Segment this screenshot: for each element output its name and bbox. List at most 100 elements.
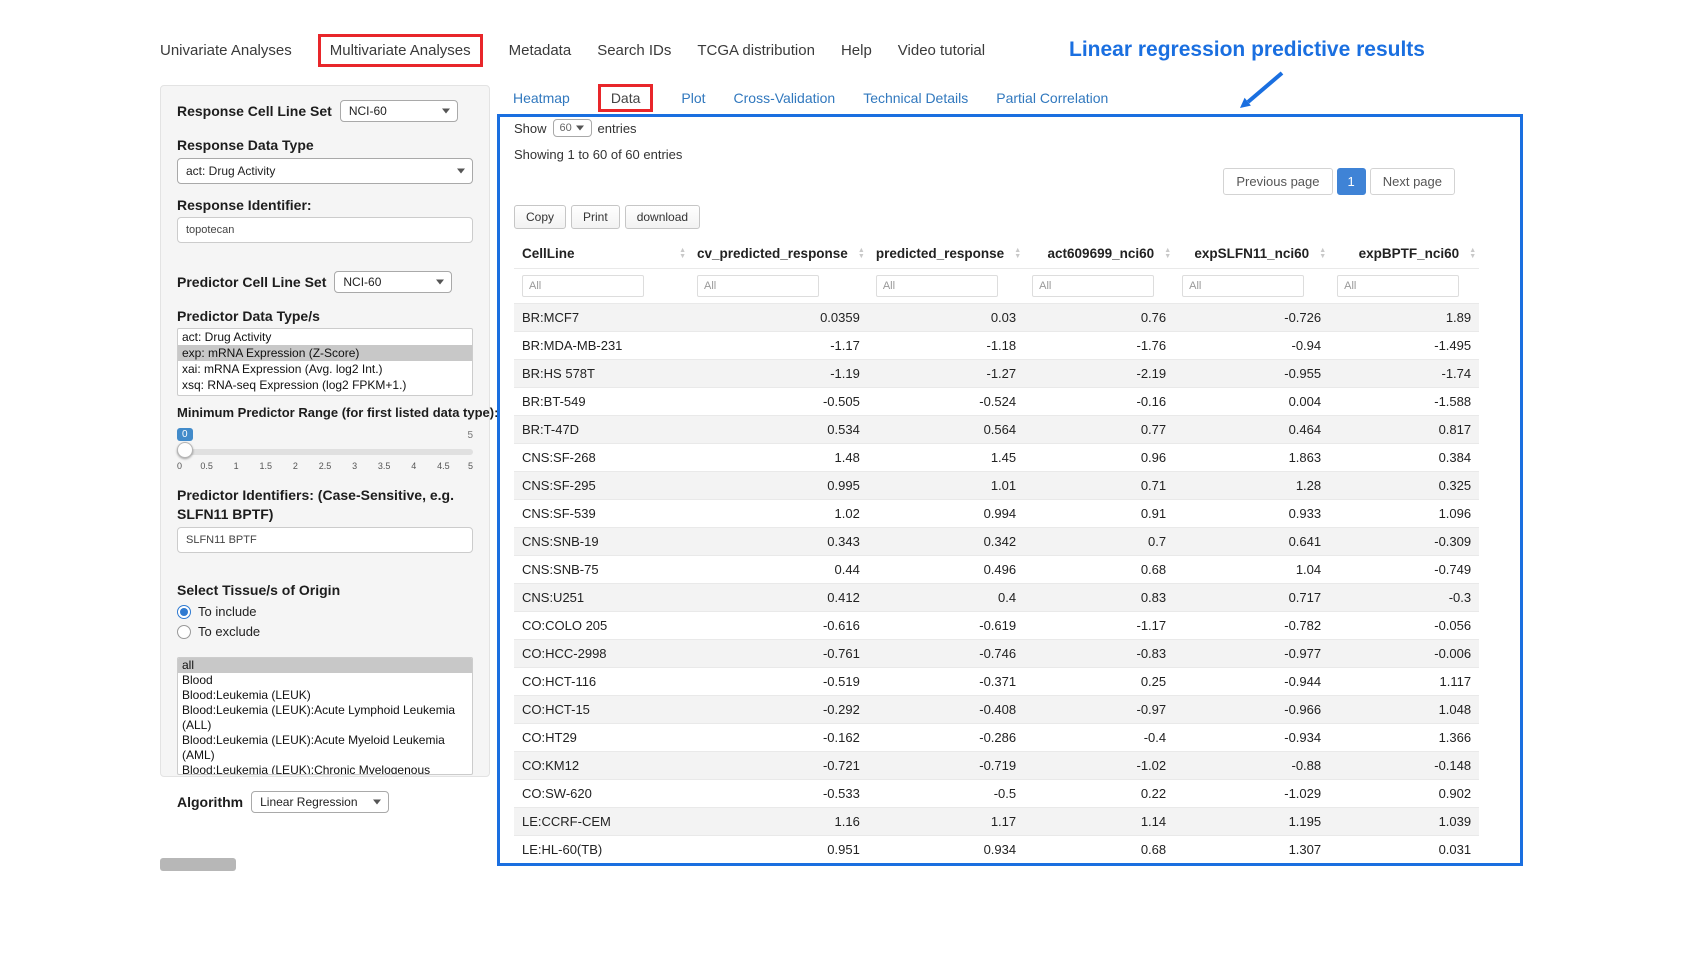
- column-header-cv-predicted-response[interactable]: cv_predicted_response▲▼: [689, 239, 868, 269]
- column-header-predicted-response[interactable]: predicted_response▲▼: [868, 239, 1024, 269]
- cell-value: 0.22: [1024, 780, 1174, 808]
- cell-value: -0.761: [689, 640, 868, 668]
- previous-page-button[interactable]: Previous page: [1223, 168, 1332, 195]
- predictor-type-option-xsq-rna-seq-expression-log2-fpkm-1[interactable]: xsq: RNA-seq Expression (log2 FPKM+1.): [178, 377, 472, 393]
- min-predictor-range-label: Minimum Predictor Range (for first liste…: [177, 404, 473, 422]
- column-filter-cell: [1024, 269, 1174, 304]
- table-row: LE:CCRF-CEM1.161.171.141.1951.039: [514, 808, 1479, 836]
- cell-value: 1.45: [868, 444, 1024, 472]
- column-filter-input-expslfn11-nci60[interactable]: [1182, 275, 1304, 297]
- cell-line-name: BR:MDA-MB-231: [514, 332, 689, 360]
- tab-data[interactable]: Data: [598, 84, 654, 112]
- cell-line-name: CNS:SNB-19: [514, 528, 689, 556]
- cell-value: -1.029: [1174, 780, 1329, 808]
- tab-cross-validation[interactable]: Cross-Validation: [734, 90, 836, 106]
- column-filter-input-predicted-response[interactable]: [876, 275, 998, 297]
- sort-desc-icon: ▼: [1469, 254, 1476, 260]
- nav-item-tcga-distribution[interactable]: TCGA distribution: [697, 42, 815, 59]
- sort-desc-icon: ▼: [1164, 254, 1171, 260]
- column-header-expbptf-nci60[interactable]: expBPTF_nci60▲▼: [1329, 239, 1479, 269]
- cell-value: 0.25: [1024, 668, 1174, 696]
- cell-value: -0.408: [868, 696, 1024, 724]
- cell-value: 0.96: [1024, 444, 1174, 472]
- predictor-identifiers-input[interactable]: [177, 527, 473, 553]
- table-row: BR:T-47D0.5340.5640.770.4640.817: [514, 416, 1479, 444]
- tab-technical-details[interactable]: Technical Details: [863, 90, 968, 106]
- column-filter-input-cellline[interactable]: [522, 275, 644, 297]
- nav-item-help[interactable]: Help: [841, 42, 872, 59]
- tissue-option-blood-leukemia-leuk-acute-myeloid-leukemia-aml[interactable]: Blood:Leukemia (LEUK):Acute Myeloid Leuk…: [178, 733, 472, 763]
- tissue-radio-to-exclude[interactable]: To exclude: [177, 624, 473, 639]
- predictor-cell-line-set-select[interactable]: NCI-60: [334, 271, 452, 293]
- table-row: CNS:U2510.4120.40.830.717-0.3: [514, 584, 1479, 612]
- cell-line-name: CNS:SF-268: [514, 444, 689, 472]
- column-header-label: act609699_nci60: [1048, 246, 1155, 261]
- tab-heatmap[interactable]: Heatmap: [513, 90, 570, 106]
- table-row: CO:COLO 205-0.616-0.619-1.17-0.782-0.056: [514, 612, 1479, 640]
- tab-plot[interactable]: Plot: [681, 90, 705, 106]
- tissue-option-all[interactable]: all: [178, 658, 472, 673]
- print-button[interactable]: Print: [571, 205, 620, 229]
- cell-value: 1.039: [1329, 808, 1479, 836]
- tissue-option-blood[interactable]: Blood: [178, 673, 472, 688]
- cell-value: 0.004: [1174, 388, 1329, 416]
- download-button[interactable]: download: [625, 205, 700, 229]
- cell-value: -0.721: [689, 752, 868, 780]
- column-header-act609699-nci60[interactable]: act609699_nci60 ▲▼: [1024, 239, 1174, 269]
- show-entries-select-wrap: 60: [553, 119, 592, 137]
- cell-value: -0.519: [689, 668, 868, 696]
- table-row: BR:MCF70.03590.030.76-0.7261.89: [514, 304, 1479, 332]
- page-number-button[interactable]: 1: [1337, 168, 1366, 195]
- cell-value: 1.02: [689, 500, 868, 528]
- results-panel: Show 60 entries Showing 1 to 60 of 60 en…: [497, 114, 1523, 866]
- copy-button[interactable]: Copy: [514, 205, 566, 229]
- nav-item-metadata[interactable]: Metadata: [509, 42, 572, 59]
- nav-item-video-tutorial[interactable]: Video tutorial: [898, 42, 985, 59]
- sort-icon: ▲▼: [1319, 248, 1326, 260]
- cell-value: -1.495: [1329, 332, 1479, 360]
- show-entries-select[interactable]: 60: [553, 119, 592, 137]
- table-header-row: CellLine▲▼cv_predicted_response▲▼predict…: [514, 239, 1479, 269]
- cell-value: 1.117: [1329, 668, 1479, 696]
- slider-track[interactable]: [177, 449, 473, 455]
- cell-value: -0.162: [689, 724, 868, 752]
- algorithm-select[interactable]: Linear Regression: [251, 791, 389, 813]
- column-header-cellline[interactable]: CellLine▲▼: [514, 239, 689, 269]
- nav-item-univariate-analyses[interactable]: Univariate Analyses: [160, 42, 292, 59]
- tissue-option-blood-leukemia-leuk-acute-lymphoid-leukemia-all[interactable]: Blood:Leukemia (LEUK):Acute Lymphoid Leu…: [178, 703, 472, 733]
- column-filter-input-act609699-nci60[interactable]: [1032, 275, 1154, 297]
- cell-value: -1.27: [868, 360, 1024, 388]
- cell-value: 0.68: [1024, 836, 1174, 864]
- column-header-expslfn11-nci60[interactable]: expSLFN11_nci60▲▼: [1174, 239, 1329, 269]
- predictor-type-option-xai-mrna-expression-avg-log2-int[interactable]: xai: mRNA Expression (Avg. log2 Int.): [178, 361, 472, 377]
- slider-tick-label: 2.5: [319, 461, 332, 471]
- slider-tick-label: 2: [293, 461, 298, 471]
- nav-item-search-ids[interactable]: Search IDs: [597, 42, 671, 59]
- response-data-type-select-wrap: act: Drug Activity: [177, 158, 473, 184]
- table-row: CO:KM12-0.721-0.719-1.02-0.88-0.148: [514, 752, 1479, 780]
- results-table: CellLine▲▼cv_predicted_response▲▼predict…: [514, 239, 1479, 863]
- tissue-option-blood-leukemia-leuk[interactable]: Blood:Leukemia (LEUK): [178, 688, 472, 703]
- radio-label: To include: [198, 604, 257, 619]
- slider-handle[interactable]: [177, 442, 193, 458]
- response-data-type-select[interactable]: act: Drug Activity: [177, 158, 473, 184]
- nav-item-multivariate-analyses[interactable]: Multivariate Analyses: [318, 34, 483, 67]
- cell-value: 1.16: [689, 808, 868, 836]
- column-filter-input-cv-predicted-response[interactable]: [697, 275, 819, 297]
- predictor-type-option-exp-mrna-expression-z-score[interactable]: exp: mRNA Expression (Z-Score): [178, 345, 472, 361]
- cell-value: -1.17: [689, 332, 868, 360]
- response-cell-line-set-select[interactable]: NCI-60: [340, 100, 458, 122]
- tissue-option-blood-leukemia-leuk-chronic-myelogenous-leukemia-cml[interactable]: Blood:Leukemia (LEUK):Chronic Myelogenou…: [178, 763, 472, 775]
- slider-tick-label: 0: [177, 461, 182, 471]
- cell-value: 1.28: [1174, 472, 1329, 500]
- response-identifier-input[interactable]: [177, 217, 473, 243]
- top-nav: Univariate Analyses Multivariate Analyses…: [160, 34, 985, 67]
- cell-value: -0.309: [1329, 528, 1479, 556]
- tissue-radio-to-include[interactable]: To include: [177, 604, 473, 619]
- column-filter-input-expbptf-nci60[interactable]: [1337, 275, 1459, 297]
- sort-icon: ▲▼: [1164, 248, 1171, 260]
- tab-partial-correlation[interactable]: Partial Correlation: [996, 90, 1108, 106]
- table-row: CO:HCT-15-0.292-0.408-0.97-0.9661.048: [514, 696, 1479, 724]
- predictor-type-option-act-drug-activity[interactable]: act: Drug Activity: [178, 329, 472, 345]
- next-page-button[interactable]: Next page: [1370, 168, 1455, 195]
